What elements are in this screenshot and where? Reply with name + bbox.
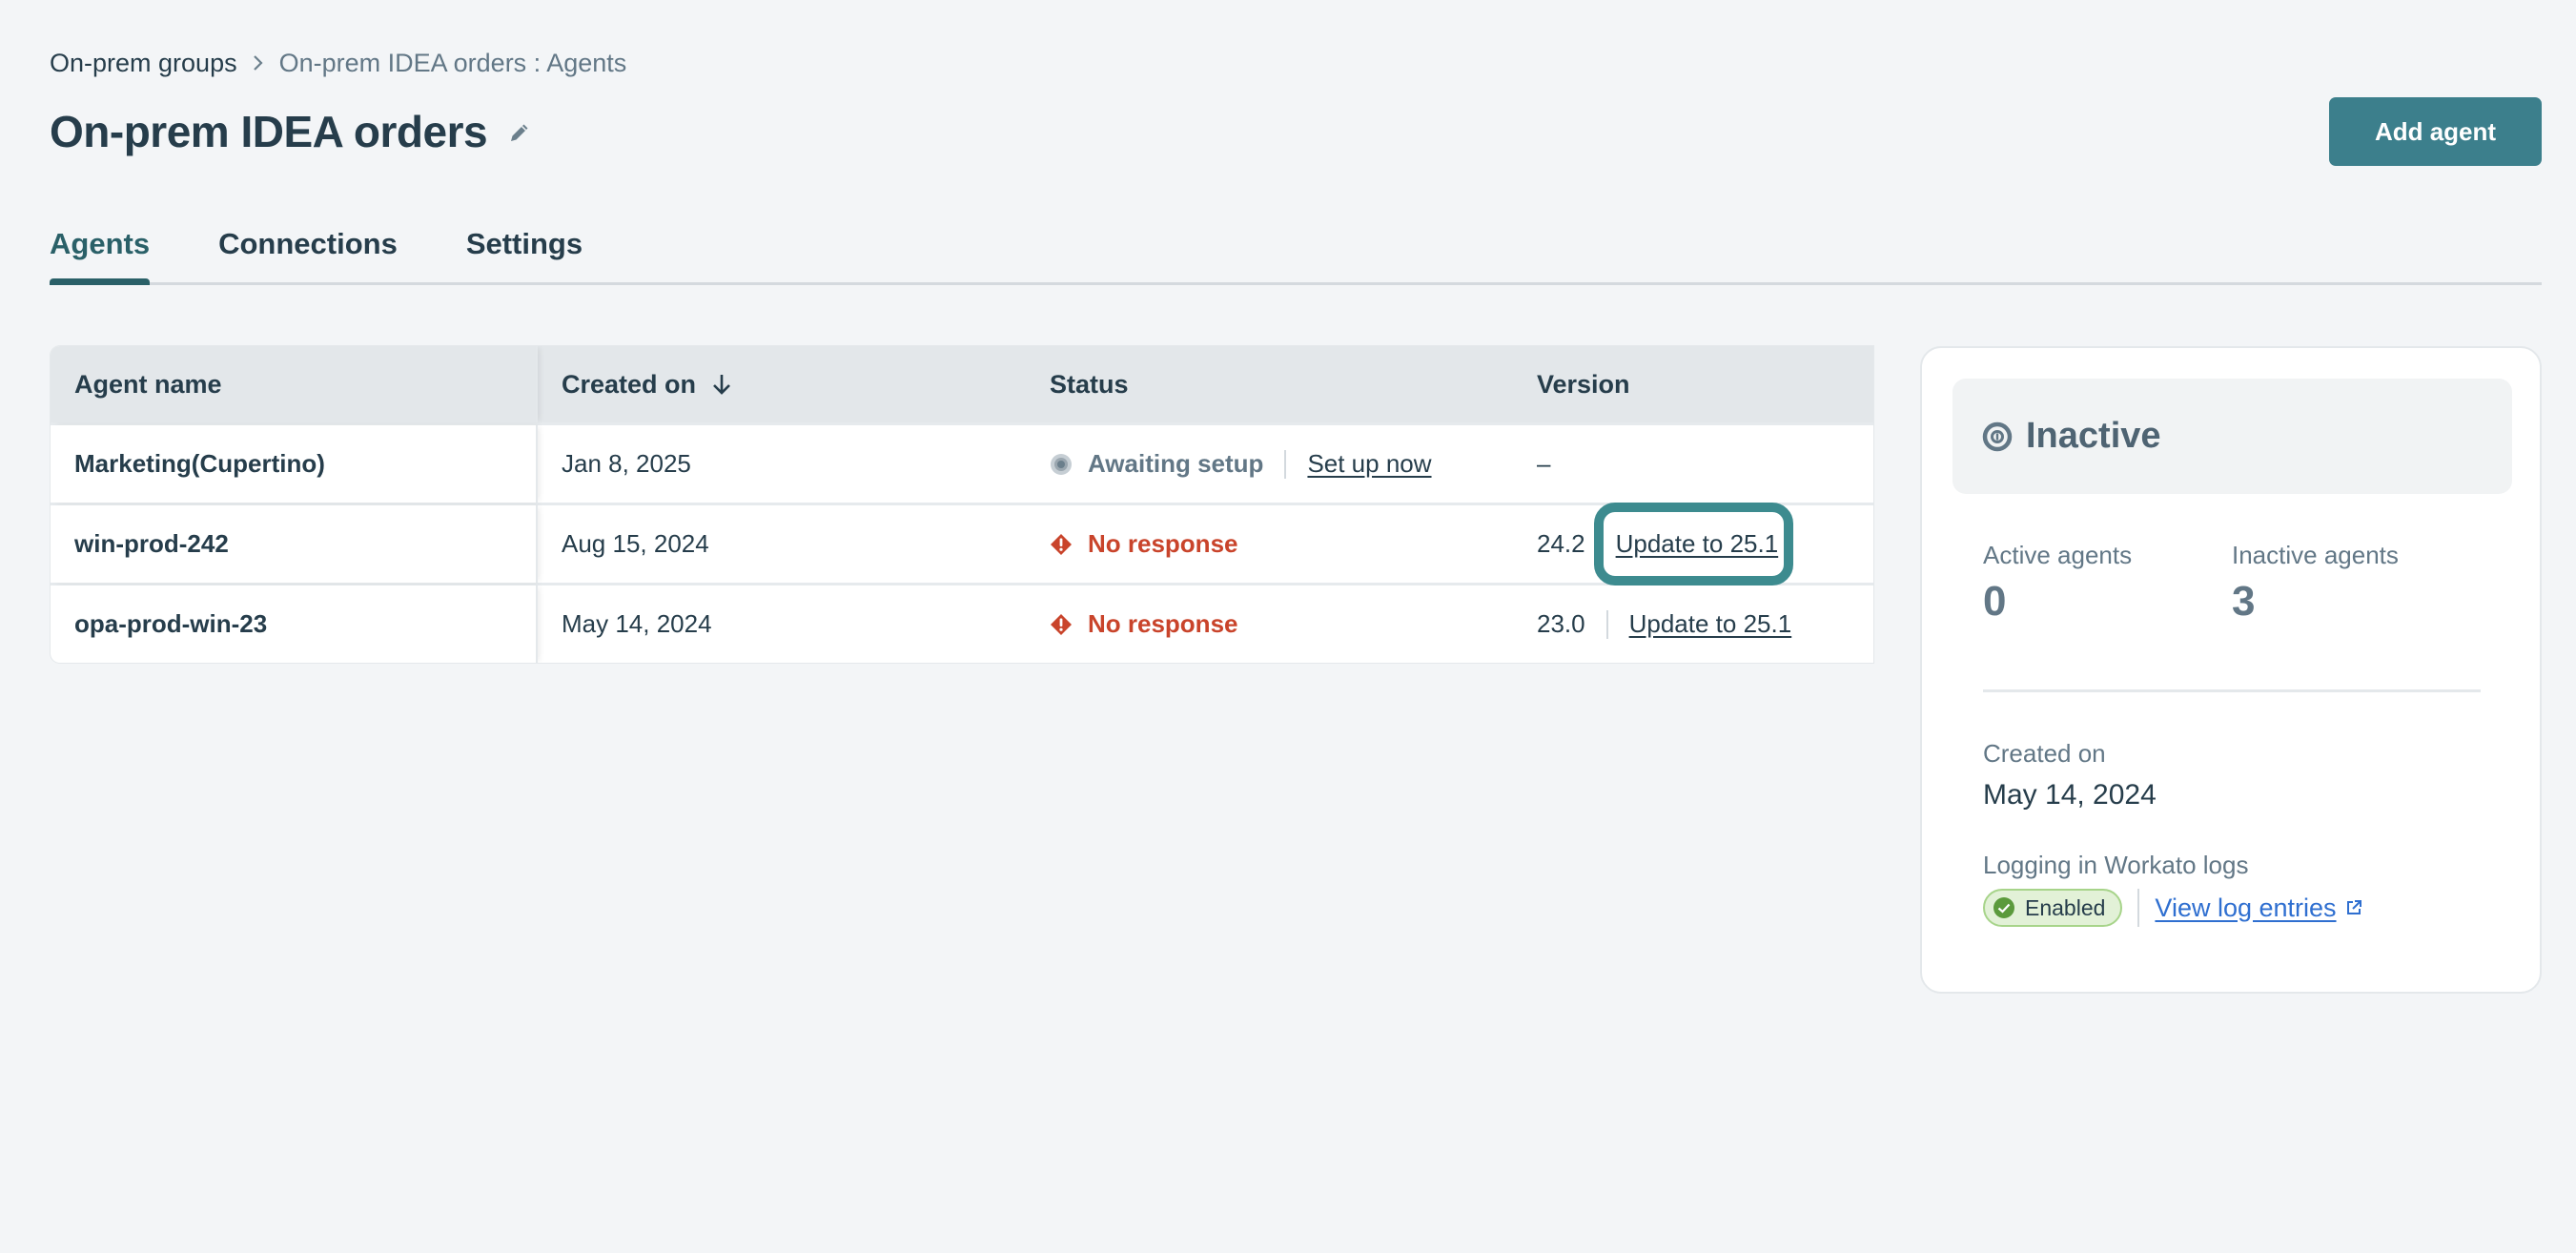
column-header-agent-name[interactable]: Agent name [51, 346, 538, 422]
version-cell: 24.2 Update to 25.1 [1513, 503, 1873, 585]
inactive-agents-label: Inactive agents [2232, 541, 2399, 569]
inactive-circle-icon [1982, 421, 2013, 452]
version-value: 23.0 [1537, 609, 1585, 638]
group-status-box: Inactive [1952, 379, 2512, 494]
tab-connections[interactable]: Connections [218, 221, 398, 282]
created-cell: Jan 8, 2025 [538, 425, 1026, 503]
divider [1983, 689, 2481, 692]
column-header-label: Status [1050, 369, 1129, 399]
view-log-entries-link[interactable]: View log entries [2155, 894, 2336, 923]
column-header-version[interactable]: Version [1513, 346, 1873, 422]
created-date: May 14, 2024 [562, 609, 712, 638]
tab-settings[interactable]: Settings [466, 221, 583, 282]
version-cell: 23.0 Update to 25.1 [1513, 585, 1873, 663]
logging-label: Logging in Workato logs [1983, 851, 2249, 879]
pending-dot-icon [1050, 453, 1073, 476]
status-text: No response [1088, 529, 1238, 558]
table-row[interactable]: Marketing(Cupertino) Jan 8, 2025 Awaitin… [51, 422, 1873, 503]
breadcrumb: On-prem groups On-prem IDEA orders : Age… [50, 46, 626, 80]
update-version-link[interactable]: Update to 25.1 [1629, 609, 1792, 639]
active-agents-count: 0 [1983, 578, 2007, 625]
status-cell: Awaiting setup Set up now [1026, 425, 1513, 503]
tab-bar: Agents Connections Settings [50, 221, 2542, 285]
agents-table: Agent name Created on Status Version Mar… [51, 346, 1873, 663]
separator [1605, 609, 1608, 639]
separator [1284, 449, 1287, 479]
group-summary-panel: Inactive Active agents 0 Inactive agents… [1920, 346, 2542, 994]
created-on-field: Created on May 14, 2024 [1983, 737, 2157, 815]
agent-name-cell: win-prod-242 [51, 505, 538, 583]
separator [2137, 889, 2140, 927]
created-cell: May 14, 2024 [538, 585, 1026, 663]
logging-status-badge: Enabled [1983, 889, 2123, 927]
breadcrumb-current: On-prem IDEA orders : Agents [278, 49, 627, 77]
add-agent-button[interactable]: Add agent [2329, 97, 2542, 166]
arrow-down-icon[interactable] [711, 372, 732, 397]
agent-name[interactable]: win-prod-242 [74, 529, 229, 559]
update-version-link[interactable]: Update to 25.1 [1616, 529, 1779, 558]
agent-name[interactable]: Marketing(Cupertino) [74, 449, 325, 479]
created-on-label: Created on [1983, 739, 2106, 768]
page-header: On-prem IDEA orders [50, 103, 531, 160]
status-cell: No response [1026, 505, 1513, 583]
active-agents-stat: Active agents 0 [1983, 539, 2232, 628]
breadcrumb-on-prem-groups[interactable]: On-prem groups [50, 46, 237, 80]
agent-stats: Active agents 0 Inactive agents 3 [1983, 539, 2481, 628]
check-circle-icon [1993, 896, 2015, 919]
version-value: – [1537, 449, 1551, 478]
agent-name-cell: Marketing(Cupertino) [51, 425, 538, 503]
column-header-status[interactable]: Status [1026, 346, 1513, 422]
page-title: On-prem IDEA orders [50, 107, 488, 156]
version-value: 24.2 [1537, 529, 1585, 558]
created-on-value: May 14, 2024 [1983, 779, 2157, 811]
inactive-agents-stat: Inactive agents 3 [2232, 539, 2481, 628]
created-cell: Aug 15, 2024 [538, 505, 1026, 583]
column-header-label: Version [1537, 369, 1630, 399]
status-cell: No response [1026, 585, 1513, 663]
focused-update-wrapper: Update to 25.1 [1593, 503, 1794, 585]
column-header-label: Created on [562, 369, 697, 399]
error-diamond-icon [1050, 533, 1073, 556]
version-cell: – [1513, 425, 1873, 503]
logging-field: Logging in Workato logs Enabled View log… [1983, 849, 2363, 927]
logging-status-text: Enabled [2025, 894, 2106, 920]
chevron-right-icon [251, 53, 266, 72]
external-link-icon[interactable] [2344, 898, 2363, 917]
table-row[interactable]: opa-prod-win-23 May 14, 2024 No response… [51, 583, 1873, 663]
created-date: Aug 15, 2024 [562, 529, 709, 558]
tab-agents[interactable]: Agents [50, 221, 151, 285]
pencil-icon[interactable] [508, 121, 531, 144]
created-date: Jan 8, 2025 [562, 449, 691, 478]
active-agents-label: Active agents [1983, 541, 2133, 569]
table-row[interactable]: win-prod-242 Aug 15, 2024 No response 24… [51, 503, 1873, 585]
agent-name[interactable]: opa-prod-win-23 [74, 609, 267, 639]
status-text: No response [1088, 609, 1238, 638]
column-header-created-on[interactable]: Created on [538, 346, 1026, 422]
table-header: Agent name Created on Status Version [51, 346, 1873, 422]
logging-row: Enabled View log entries [1983, 889, 2363, 927]
column-header-label: Agent name [74, 369, 222, 399]
set-up-now-link[interactable]: Set up now [1307, 449, 1431, 479]
group-status: Inactive [2026, 416, 2161, 456]
agent-name-cell: opa-prod-win-23 [51, 585, 538, 663]
error-diamond-icon [1050, 613, 1073, 636]
inactive-agents-count: 3 [2232, 578, 2256, 625]
status-text: Awaiting setup [1088, 449, 1264, 478]
